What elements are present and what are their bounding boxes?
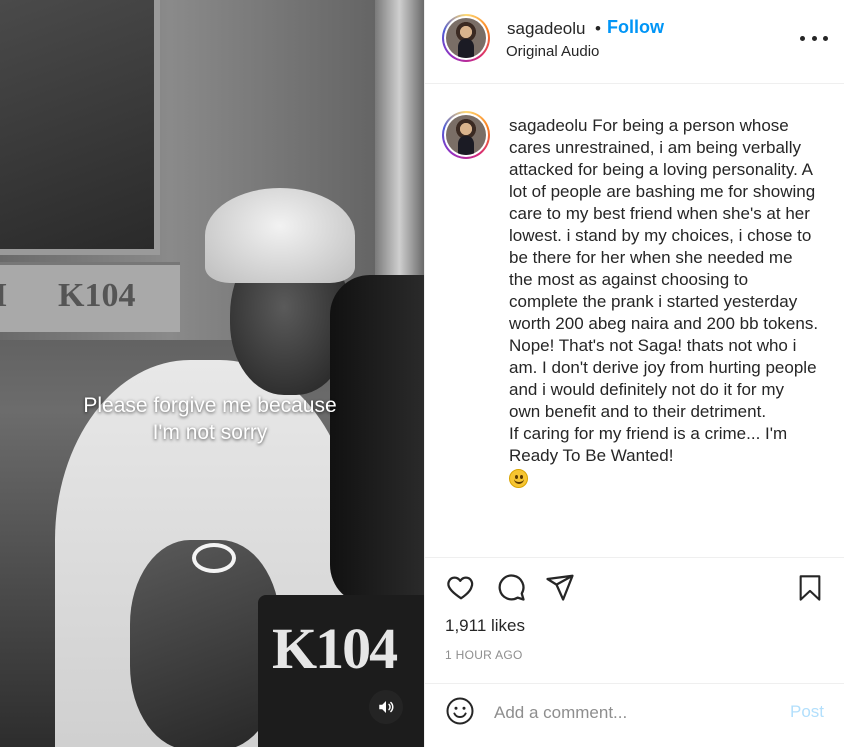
- more-options-icon: [800, 35, 805, 41]
- video-caption: Please forgive me because I'm not sorry: [40, 392, 380, 446]
- watermark-logo: [192, 543, 236, 573]
- desk-logo: K104: [258, 595, 424, 747]
- smiling-face-icon: [509, 469, 528, 488]
- post-header: sagadeolu • Follow Original Audio: [425, 0, 844, 84]
- person-cap: [205, 188, 355, 283]
- caption-username[interactable]: sagadeolu: [509, 116, 587, 135]
- heart-icon[interactable]: [445, 572, 477, 602]
- original-audio-link[interactable]: Original Audio: [506, 43, 599, 60]
- caption-body: sagadeolu For being a person whose cares…: [509, 115, 819, 494]
- caption-text: For being a person whose cares unrestrai…: [509, 116, 819, 421]
- header-separator: •: [595, 19, 601, 38]
- desk-logo-text: K104: [272, 616, 398, 681]
- share-icon[interactable]: [545, 572, 575, 602]
- caption-section: sagadeolu For being a person whose cares…: [425, 84, 844, 557]
- add-comment-bar: Post: [425, 683, 844, 747]
- background-window: [0, 0, 160, 255]
- post-time[interactable]: 1 HOUR AGO: [445, 648, 523, 662]
- wall-logo-text: K104: [58, 277, 136, 314]
- wall-logo-left-text: I: [0, 277, 8, 314]
- follow-button[interactable]: Follow: [607, 17, 664, 38]
- header-username[interactable]: sagadeolu: [507, 19, 585, 39]
- audio-toggle-button[interactable]: [369, 690, 403, 724]
- bookmark-icon[interactable]: [796, 572, 824, 604]
- avatar[interactable]: [442, 14, 490, 62]
- likes-count[interactable]: 1,911 likes: [445, 616, 525, 636]
- speaker-icon: [379, 701, 394, 713]
- post-actions: 1,911 likes 1 HOUR AGO: [425, 557, 844, 683]
- caption-avatar[interactable]: [442, 111, 490, 159]
- video-caption-line1: Please forgive me because: [83, 394, 337, 417]
- post-comment-button[interactable]: Post: [790, 702, 824, 722]
- emoji-icon[interactable]: [445, 696, 475, 726]
- more-options-button[interactable]: [800, 26, 828, 50]
- video-caption-line2: I'm not sorry: [152, 421, 268, 444]
- wall-logo: I K104: [0, 262, 180, 332]
- caption-text-2: If caring for my friend is a crime... I'…: [509, 424, 788, 465]
- post-side-panel: sagadeolu • Follow Original Audio sagade…: [424, 0, 844, 747]
- post-video[interactable]: I K104 K104 Please forgive me because I'…: [0, 0, 424, 747]
- comment-icon[interactable]: [496, 572, 526, 602]
- comment-input[interactable]: [494, 700, 764, 726]
